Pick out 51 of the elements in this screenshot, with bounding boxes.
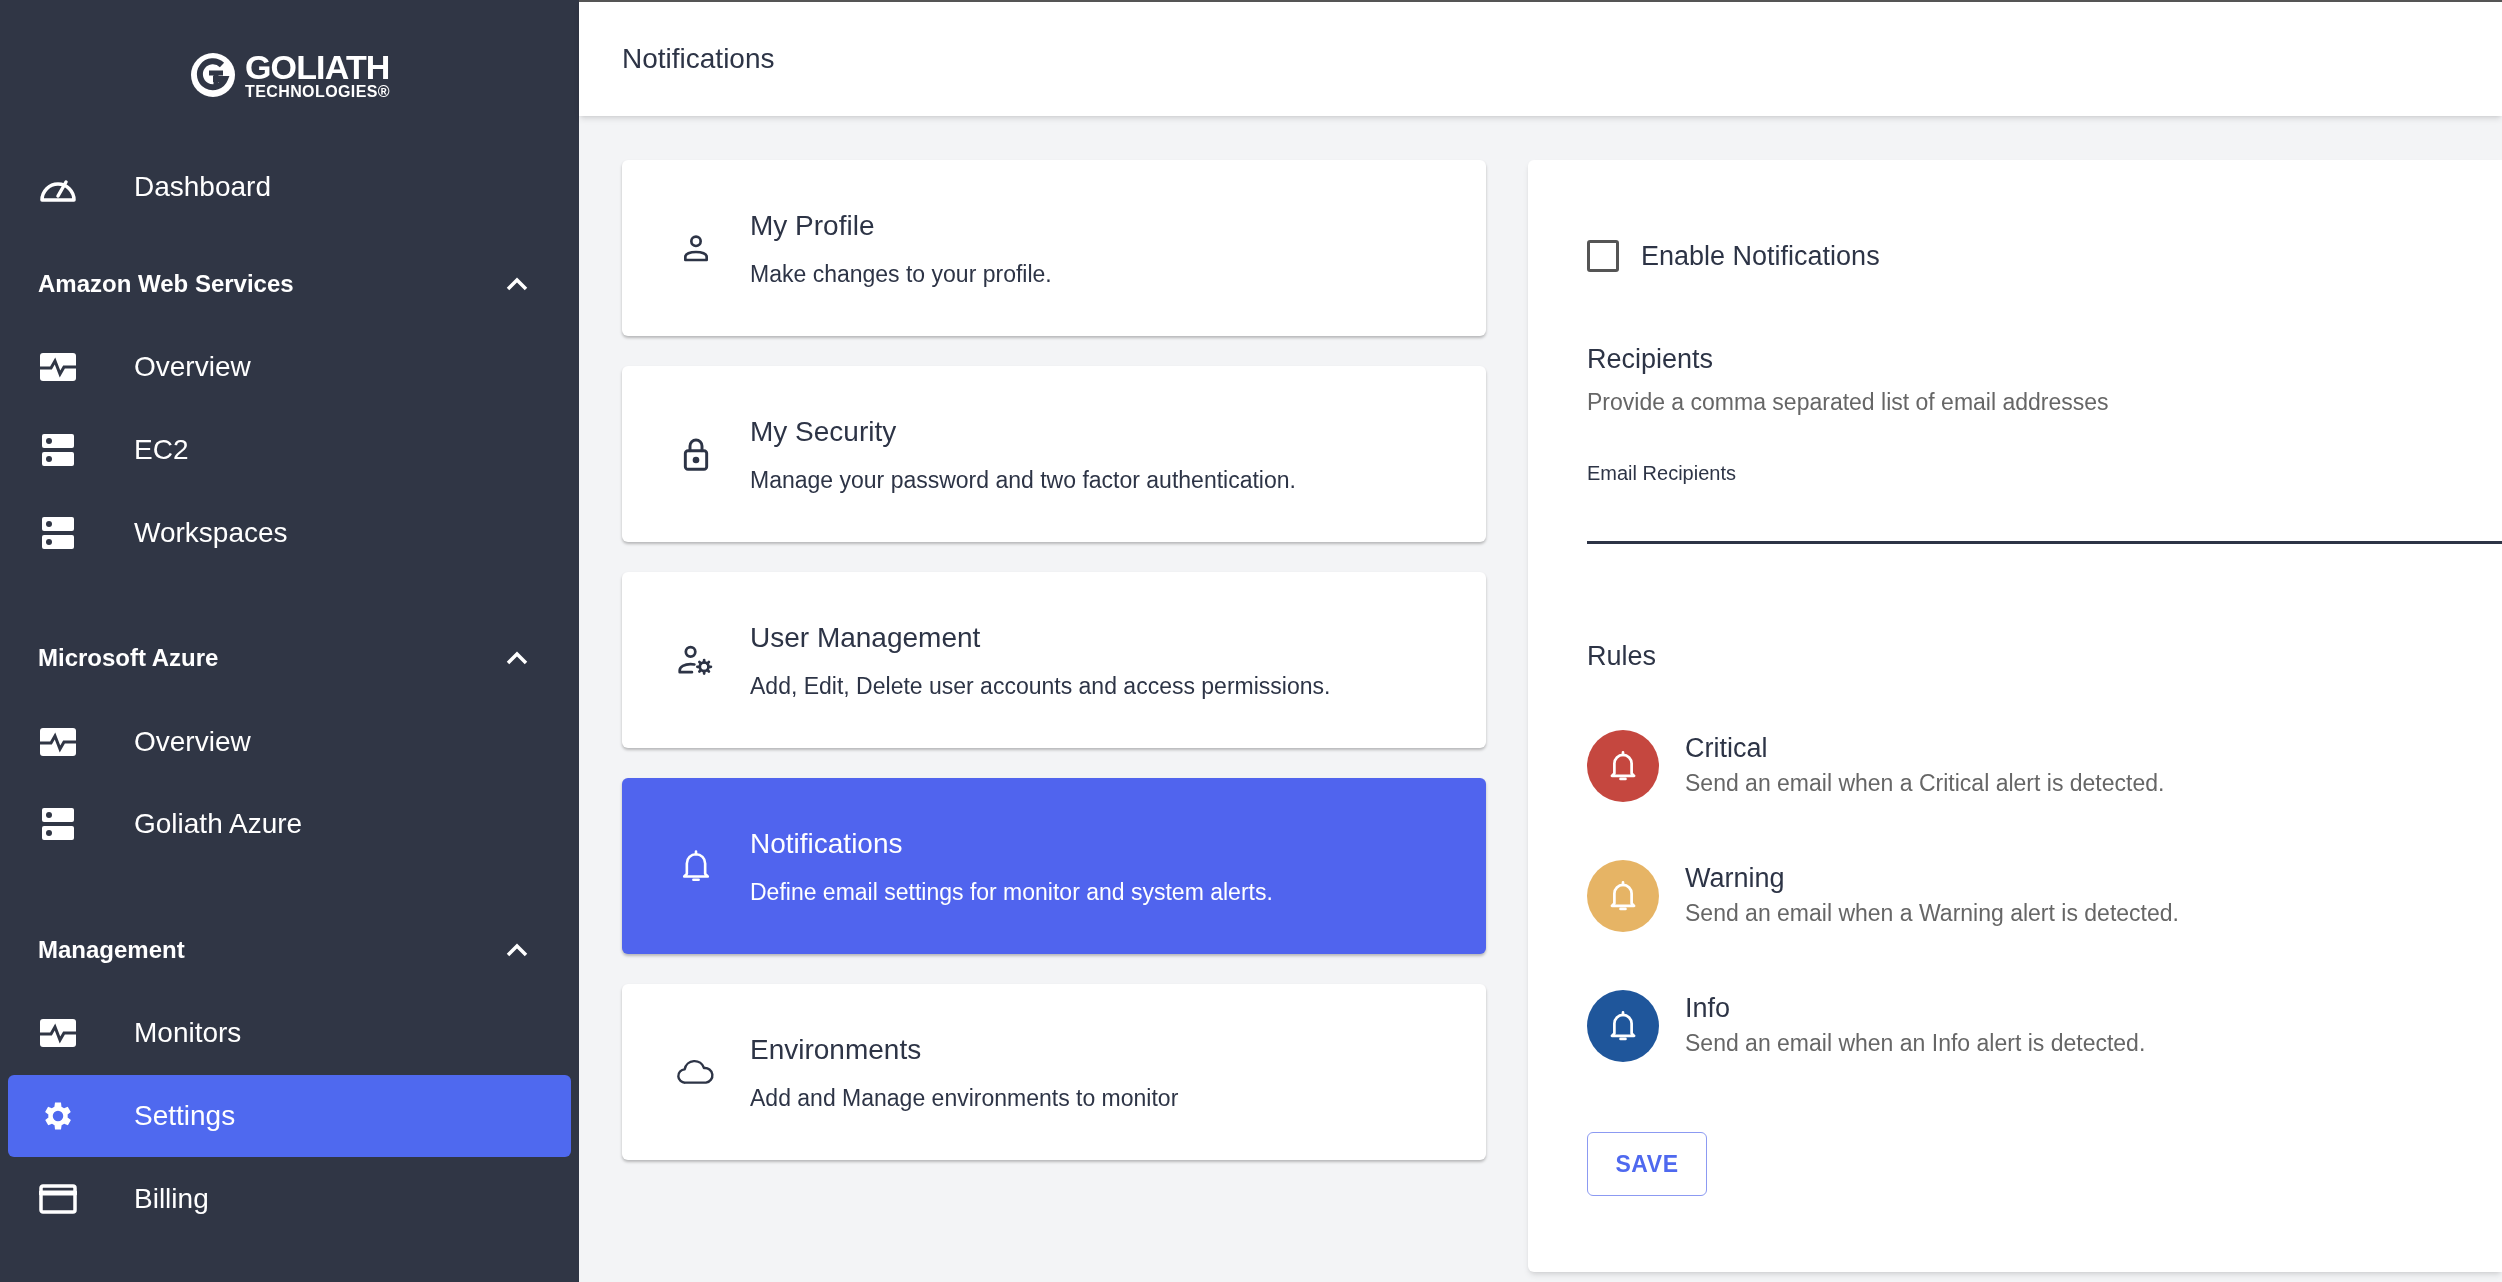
checkbox[interactable] [1587,240,1619,273]
nav-item[interactable]: Workspaces [8,491,571,575]
nav-item[interactable]: Monitors [8,991,571,1075]
section-header[interactable]: Management [0,907,579,992]
card-description: Manage your password and two factor authentication. [750,465,1296,495]
page-title: Notifications [622,42,775,76]
chevron-up-icon [505,276,529,293]
nav-item[interactable]: Settings [8,1074,571,1158]
rule-name: Warning [1685,861,1786,894]
chevron-up-icon [505,650,529,667]
rule-name: Info [1685,991,1732,1024]
chevron-up-icon [505,941,529,958]
settings-card[interactable]: User Management Add, Edit, Delete user accounts and access permissions. [622,572,1486,748]
card-title: My Security [750,414,898,449]
pulse-icon [38,352,78,383]
rule-description: Send an email when a Warning alert is detected. [1685,898,2179,928]
card-description: Add, Edit, Delete user accounts and access permissions. [750,671,1331,701]
logo-subtitle: TECHNOLOGIES® [245,84,390,100]
pulse-icon [38,1018,78,1049]
nav-item[interactable]: Dashboard [8,146,571,229]
section-title: Rules [1587,639,1658,673]
rule-name: Critical [1685,731,1769,764]
card-title: User Management [750,620,982,655]
settings-card[interactable]: My Profile Make changes to your profile. [622,160,1486,336]
card-description: Make changes to your profile. [750,259,1052,289]
card-title: Notifications [750,826,904,861]
section-hint: Provide a comma separated list of email addresses [1587,388,2110,417]
nav-item[interactable]: Billing [8,1157,571,1241]
rule-description: Send an email when a Critical alert is detected. [1685,768,2165,798]
section-title: Recipients [1587,342,1715,376]
field-label: Email Recipients [1587,460,1737,486]
nav-item[interactable]: EC2 [8,408,571,492]
nav-item[interactable]: Overview [8,326,571,409]
credit-card-icon [38,1183,78,1214]
card-description: Add and Manage environments to monitor [750,1083,1179,1113]
logo-wordmark: GOLIATH [245,50,390,84]
settings-card[interactable]: My Security Manage your password and two factor authentication. [622,366,1486,542]
logo-mark-icon [189,51,237,99]
settings-card[interactable]: Notifications Define email settings for monitor and system alerts. [622,778,1486,954]
section-header[interactable]: Microsoft Azure [0,616,579,701]
card-title: My Profile [750,208,876,243]
card-description: Define email settings for monitor and system alerts. [750,877,1273,907]
pulse-icon [38,726,78,757]
save-button[interactable]: SAVE [1587,1132,1707,1196]
checkbox-label[interactable]: Enable Notifications [1641,236,1880,277]
section-header[interactable]: Amazon Web Services [0,242,579,327]
rule-description: Send an email when an Info alert is detected. [1685,1028,2146,1058]
settings-card[interactable]: Environments Add and Manage environments to monitor [622,984,1486,1160]
card-title: Environments [750,1032,923,1067]
nav-item[interactable]: Overview [8,700,571,784]
nav-item[interactable]: Goliath Azure [8,783,571,866]
